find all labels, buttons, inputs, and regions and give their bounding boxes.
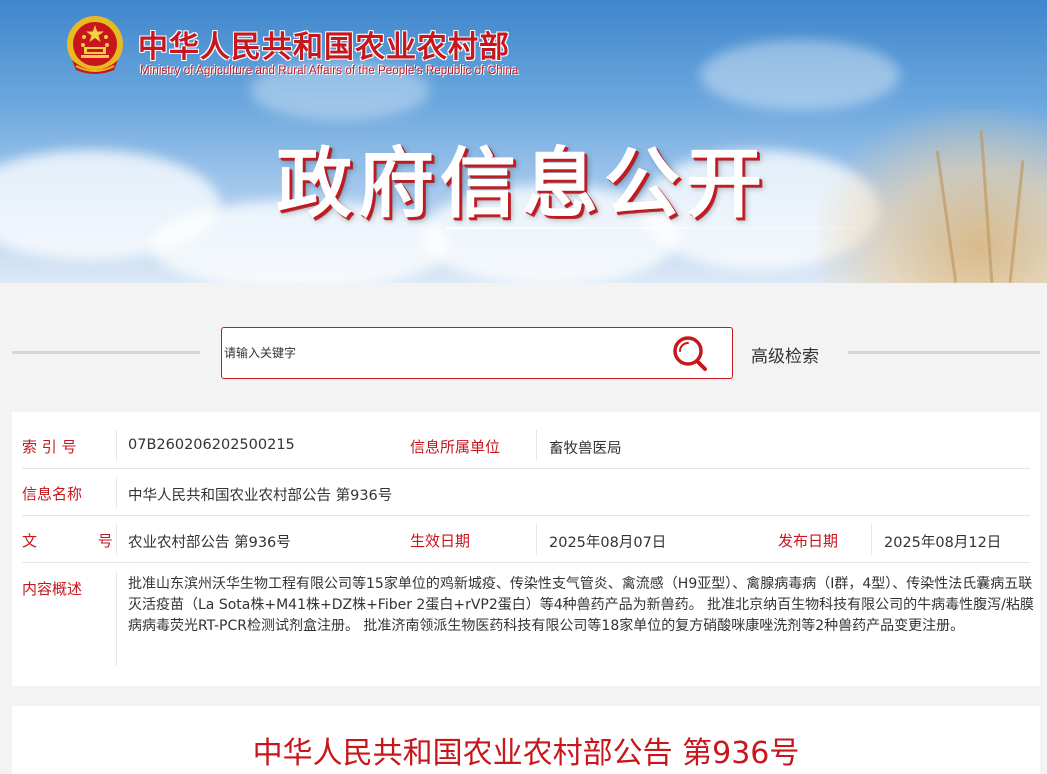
- column-divider: [536, 524, 537, 555]
- column-divider: [116, 524, 117, 555]
- index-value: 07B260206202500215: [128, 437, 295, 453]
- effective-date-label: 生效日期: [410, 532, 471, 550]
- info-table: 索 引 号 07B260206202500215 信息所属单位 畜牧兽医局 信息…: [12, 412, 1040, 686]
- summary-label: 内容概述: [22, 580, 83, 598]
- search-input[interactable]: [222, 328, 662, 377]
- column-divider: [536, 430, 537, 461]
- dept-value: 畜牧兽医局: [549, 441, 622, 457]
- publish-date-value: 2025年08月12日: [884, 535, 1002, 551]
- row-divider: [22, 562, 1030, 563]
- hero-title: 政府信息公开: [276, 139, 768, 228]
- search-right-rule: [848, 351, 1040, 354]
- site-title[interactable]: 中华人民共和国农业农村部: [138, 22, 510, 66]
- info-row-summary: 内容概述 批准山东滨州沃华生物工程有限公司等15家单位的鸡新城疫、传染性支气管炎…: [12, 572, 1040, 672]
- search-left-rule: [12, 351, 200, 354]
- column-divider: [871, 524, 872, 555]
- summary-value: 批准山东滨州沃华生物工程有限公司等15家单位的鸡新城疫、传染性支气管炎、禽流感（…: [128, 576, 1034, 634]
- hero-divider: [446, 227, 856, 229]
- column-divider: [116, 572, 117, 666]
- column-divider: [116, 477, 117, 508]
- effective-date-value: 2025年08月07日: [549, 535, 667, 551]
- info-row-index: 索 引 号 07B260206202500215 信息所属单位 畜牧兽医局: [12, 422, 1040, 469]
- publish-date-label: 发布日期: [778, 532, 839, 550]
- cloud-decoration: [700, 40, 900, 110]
- doc-value: 农业农村部公告 第936号: [128, 535, 291, 551]
- national-emblem-icon[interactable]: [64, 14, 126, 80]
- index-label: 索 引 号: [22, 438, 77, 456]
- article-section: 中华人民共和国农业农村部公告 第936号: [12, 706, 1040, 774]
- article-title: 中华人民共和国农业农村部公告 第936号: [252, 736, 800, 771]
- info-row-name: 信息名称 中华人民共和国农业农村部公告 第936号: [12, 469, 1040, 516]
- column-divider: [116, 430, 117, 461]
- name-value: 中华人民共和国农业农村部公告 第936号: [128, 488, 393, 504]
- name-label: 信息名称: [22, 485, 83, 503]
- header-banner: 中华人民共和国农业农村部 Ministry of Agriculture and…: [0, 0, 1047, 283]
- advanced-search-link[interactable]: 高级检索: [751, 342, 819, 367]
- site-title-english[interactable]: Ministry of Agriculture and Rural Affair…: [140, 65, 518, 77]
- search-box: [221, 327, 733, 379]
- doc-label: 文 号: [22, 532, 141, 550]
- search-icon[interactable]: [670, 334, 710, 374]
- dept-label: 信息所属单位: [410, 438, 501, 456]
- info-row-doc: 文 号 农业农村部公告 第936号 生效日期 2025年08月07日 发布日期 …: [12, 516, 1040, 563]
